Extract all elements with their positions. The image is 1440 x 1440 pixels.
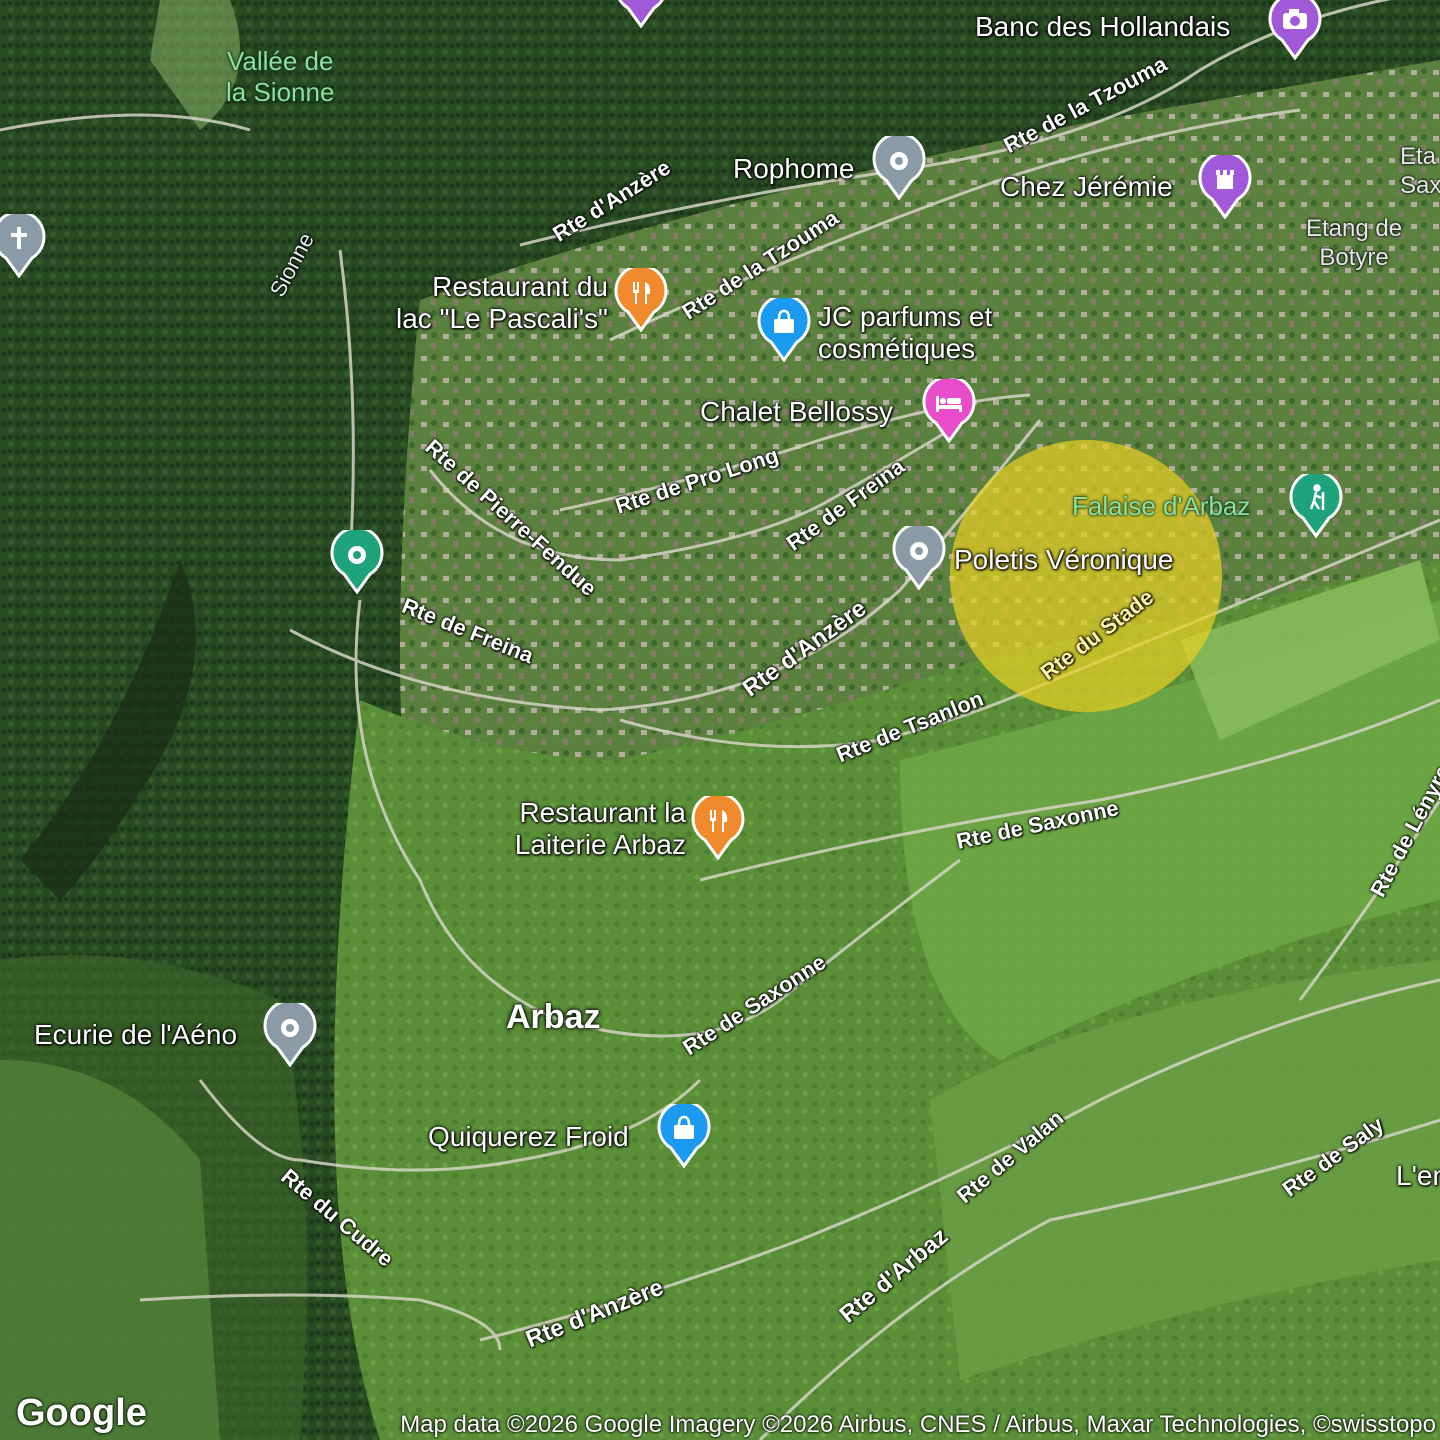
place-label-ecurie-aeno[interactable]: Ecurie de l'Aéno <box>34 1019 237 1051</box>
map-canvas[interactable]: Vallée de la Sionne Sionne Falaise d'Arba… <box>0 0 1440 1440</box>
map-attribution[interactable]: Map data ©2026 Google Imagery ©2026 Airb… <box>394 1409 1440 1440</box>
place-label-rophome[interactable]: Rophome <box>733 153 854 185</box>
place-label-quiquerez-froid[interactable]: Quiquerez Froid <box>428 1121 629 1153</box>
pin-falaise-arbaz[interactable] <box>1289 474 1343 538</box>
pin-poletis-veronique[interactable] <box>892 526 946 590</box>
place-label-restaurant-pascalis[interactable]: Restaurant du lac "Le Pascali's" <box>372 271 608 335</box>
pin-restaurant-pascalis[interactable] <box>614 268 668 332</box>
pin-top-purple[interactable] <box>614 0 668 28</box>
pin-green-poi[interactable] <box>330 530 384 594</box>
place-label-chez-jeremie[interactable]: Chez Jérémie <box>1000 171 1173 203</box>
place-label-jc-parfums[interactable]: JC parfums et cosmétiques <box>818 301 992 365</box>
pin-chez-jeremie[interactable] <box>1198 155 1252 219</box>
place-label-chalet-bellossy[interactable]: Chalet Bellossy <box>700 396 893 428</box>
pin-restaurant-laiterie[interactable] <box>691 796 745 860</box>
pin-quiquerez-froid[interactable] <box>657 1104 711 1168</box>
tower-icon <box>1216 170 1234 189</box>
place-label-poletis-veronique[interactable]: Poletis Véronique <box>954 544 1173 576</box>
pond-partial-label: Eta Sax <box>1400 143 1440 199</box>
pin-church-west[interactable] <box>0 214 46 278</box>
pin-ecurie-aeno[interactable] <box>263 1003 317 1067</box>
town-label-arbaz: Arbaz <box>506 998 601 1036</box>
cliff-label: Falaise d'Arbaz <box>1072 491 1251 521</box>
pin-banc-des-hollandais[interactable] <box>1268 0 1322 60</box>
pin-jc-parfums[interactable] <box>757 298 811 362</box>
search-area-highlight <box>950 440 1222 712</box>
place-label-banc-des-hollandais[interactable]: Banc des Hollandais <box>975 11 1230 43</box>
place-label-restaurant-laiterie[interactable]: Restaurant la Laiterie Arbaz <box>490 797 686 861</box>
pin-chalet-bellossy[interactable] <box>922 379 976 443</box>
valley-label: Vallée de la Sionne <box>226 46 335 107</box>
pond-label: Etang de Botyre <box>1306 215 1403 271</box>
edge-label-lenyre: L'en <box>1396 1160 1440 1191</box>
google-logo: Google <box>16 1392 147 1434</box>
pin-rophome[interactable] <box>872 136 926 200</box>
